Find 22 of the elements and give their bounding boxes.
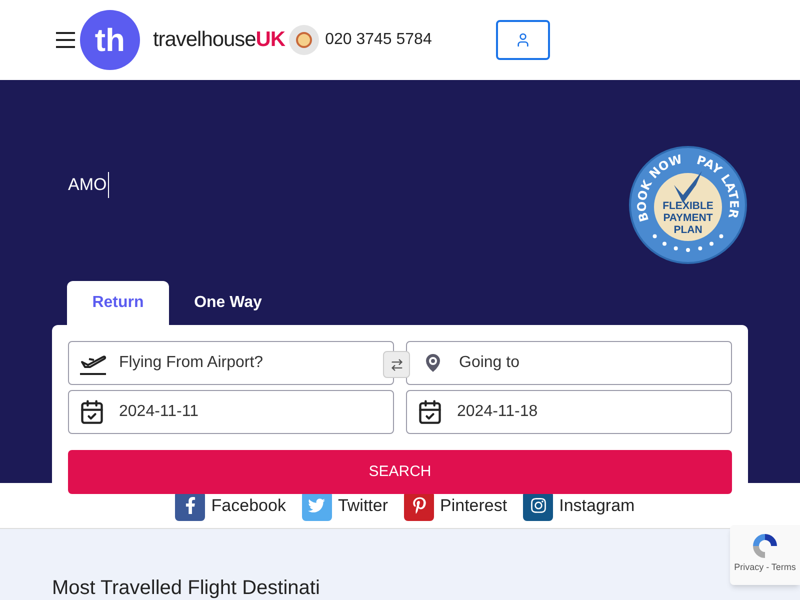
date-field[interactable]: 2024-11-18 — [406, 390, 732, 434]
brand-name: travelhouseUK — [153, 27, 286, 54]
logo[interactable]: th — [80, 10, 140, 70]
menu-icon[interactable] — [56, 32, 75, 48]
phone-number[interactable]: 020 3745 5784 — [325, 28, 432, 52]
account-button[interactable] — [496, 20, 550, 60]
calendar-icon — [79, 399, 105, 425]
destination-field[interactable]: Going to — [406, 341, 732, 385]
trip-type-tab[interactable]: Return — [67, 281, 169, 325]
user-icon — [514, 32, 531, 48]
section-heading: Most Travelled Flight Destinati — [52, 578, 320, 600]
swap-button[interactable] — [383, 351, 410, 378]
recaptcha-icon — [750, 531, 780, 561]
date-field[interactable]: 2024-11-11 — [68, 390, 394, 434]
swap-arrows-icon — [390, 358, 404, 372]
support-agent-avatar — [289, 25, 320, 55]
trip-type-tab[interactable]: One Way — [169, 281, 287, 325]
hero-typed-text: AMO — [68, 172, 109, 198]
search-button[interactable]: SEARCH — [68, 450, 732, 494]
recaptcha-badge[interactable]: Privacy - Terms — [730, 525, 800, 585]
from-airport-field[interactable]: Flying From Airport? — [68, 341, 394, 385]
calendar-icon — [417, 399, 443, 425]
